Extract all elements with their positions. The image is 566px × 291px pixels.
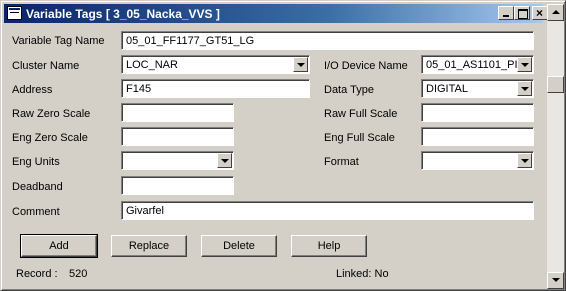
data-type-select[interactable]: DIGITAL: [421, 79, 534, 98]
title-bar[interactable]: Variable Tags [ 3_05_Nacka_VVS ] ×: [4, 4, 548, 23]
io-device-name-select[interactable]: 05_01_AS1101_PI: [421, 55, 534, 74]
cluster-name-value: LOC_NAR: [126, 59, 178, 71]
io-device-name-label: I/O Device Name: [324, 60, 408, 72]
eng-zero-scale-field[interactable]: [121, 127, 234, 146]
variable-tags-window: Variable Tags [ 3_05_Nacka_VVS ] × Varia…: [0, 0, 566, 291]
eng-units-select[interactable]: [121, 151, 234, 170]
variable-tag-name-label: Variable Tag Name: [12, 35, 105, 47]
maximize-button[interactable]: [514, 6, 530, 20]
window-title: Variable Tags [ 3_05_Nacka_VVS ]: [26, 7, 220, 21]
cluster-name-select[interactable]: LOC_NAR: [121, 55, 310, 74]
chevron-down-icon[interactable]: [517, 153, 532, 168]
add-button[interactable]: Add: [20, 234, 98, 258]
help-button[interactable]: Help: [291, 235, 367, 257]
comment-label: Comment: [12, 206, 60, 218]
raw-full-scale-label: Raw Full Scale: [324, 108, 398, 120]
delete-button[interactable]: Delete: [201, 235, 277, 257]
format-label: Format: [324, 156, 359, 168]
eng-full-scale-label: Eng Full Scale: [324, 132, 395, 144]
io-device-name-value: 05_01_AS1101_PI: [426, 59, 518, 71]
address-label: Address: [12, 84, 53, 96]
eng-full-scale-field[interactable]: [421, 127, 534, 146]
minimize-button[interactable]: [498, 6, 514, 20]
data-type-value: DIGITAL: [426, 83, 468, 95]
scroll-up-icon[interactable]: [547, 4, 564, 21]
raw-zero-scale-field[interactable]: [121, 103, 234, 122]
record-label: Record :: [16, 268, 58, 280]
data-type-label: Data Type: [324, 84, 374, 96]
chevron-down-icon[interactable]: [217, 153, 232, 168]
window-app-icon[interactable]: [7, 6, 22, 20]
close-icon: ×: [536, 6, 544, 20]
raw-full-scale-field[interactable]: [421, 103, 534, 122]
linked-status: Linked: No: [336, 268, 389, 280]
address-field[interactable]: F145: [121, 79, 310, 98]
comment-field[interactable]: Givarfel: [121, 201, 534, 220]
eng-zero-scale-label: Eng Zero Scale: [12, 132, 88, 144]
deadband-field[interactable]: [121, 176, 234, 195]
deadband-label: Deadband: [12, 181, 63, 193]
raw-zero-scale-label: Raw Zero Scale: [12, 108, 91, 120]
replace-button[interactable]: Replace: [111, 235, 187, 257]
chevron-down-icon[interactable]: [293, 57, 308, 72]
vertical-scrollbar[interactable]: [547, 4, 564, 289]
eng-units-label: Eng Units: [12, 156, 60, 168]
cluster-name-label: Cluster Name: [12, 60, 80, 72]
close-button[interactable]: ×: [532, 6, 548, 20]
variable-tag-name-field[interactable]: 05_01_FF1177_GT51_LG: [121, 31, 534, 50]
format-select[interactable]: [421, 151, 534, 170]
chevron-down-icon[interactable]: [517, 57, 532, 72]
record-number: 520: [69, 268, 88, 280]
scroll-thumb[interactable]: [547, 76, 564, 93]
chevron-down-icon[interactable]: [517, 81, 532, 96]
scroll-down-icon[interactable]: [547, 272, 564, 289]
